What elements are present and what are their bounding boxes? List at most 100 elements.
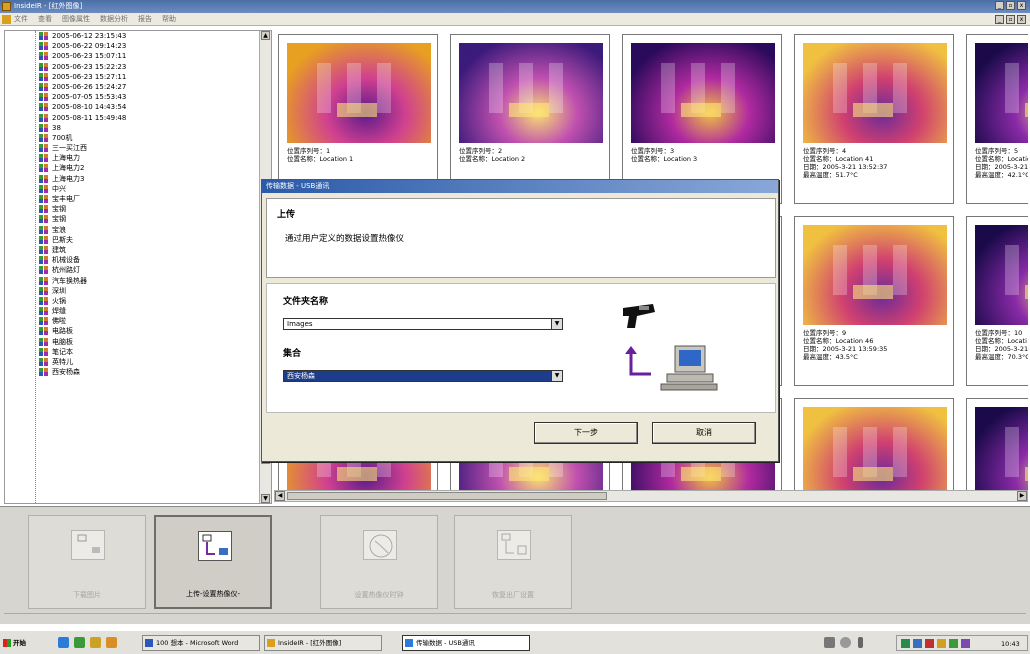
scroll-down-icon[interactable]: ▼: [261, 494, 270, 503]
next-button[interactable]: 下一步: [534, 422, 638, 444]
tree-item[interactable]: 2005-06-22 09:14:23: [5, 41, 271, 51]
chevron-down-icon[interactable]: ▼: [551, 371, 562, 381]
menu-report[interactable]: 报告: [138, 13, 152, 25]
maximize-button[interactable]: ▫: [1006, 1, 1015, 10]
thermal-image[interactable]: [975, 43, 1028, 143]
tree-item[interactable]: 2005-06-26 15:24:27: [5, 82, 271, 92]
tree-item[interactable]: 巴斯夫: [5, 235, 271, 245]
task-insideir[interactable]: InsideIR - [红外图像]: [264, 635, 382, 651]
menu-data-analysis[interactable]: 数据分析: [100, 13, 128, 25]
task-word[interactable]: 100 想本 - Microsoft Word: [142, 635, 260, 651]
volume-icon[interactable]: [913, 639, 922, 648]
update-icon[interactable]: [937, 639, 946, 648]
hscroll-thumb[interactable]: [287, 492, 607, 500]
folder-name-select[interactable]: Images ▼: [283, 318, 563, 330]
scroll-left-icon[interactable]: ◀: [275, 491, 285, 501]
thumbs-hscrollbar[interactable]: ◀ ▶: [274, 490, 1028, 502]
tree-item[interactable]: 笔记本: [5, 347, 271, 357]
thumbnail-card[interactable]: 位置序列号：9 位置名称：Location 46 日期：2005-3-21 13…: [794, 216, 954, 386]
thumbnail-card[interactable]: 位置序列号：5 位置名称：Location 日期：2005-3-21 1 最高温…: [966, 34, 1028, 204]
thumbnail-card[interactable]: [966, 398, 1028, 490]
thermal-image[interactable]: [287, 43, 431, 143]
status-bar: [4, 613, 1026, 623]
menu-file[interactable]: 文件: [14, 13, 28, 25]
tree-item[interactable]: 2005-06-23 15:07:11: [5, 51, 271, 61]
tree-item[interactable]: 英特儿: [5, 357, 271, 367]
restore-factory-tool[interactable]: 恢复出厂设置: [454, 515, 572, 609]
tree-item[interactable]: 2005-06-23 15:22:23: [5, 62, 271, 72]
menu-view[interactable]: 查看: [38, 13, 52, 25]
tree-item[interactable]: 700机: [5, 133, 271, 143]
tree-item[interactable]: 宝钢: [5, 214, 271, 224]
tree-item[interactable]: 汽车换热器: [5, 276, 271, 286]
tree-item-label: 建筑: [52, 245, 66, 254]
tree-item[interactable]: 2005-07-05 15:53:43: [5, 92, 271, 102]
set-camera-clock-tool[interactable]: 设置热像仪时钟: [320, 515, 438, 609]
start-button[interactable]: 开始: [2, 635, 40, 651]
tray-app-icon[interactable]: [824, 637, 835, 648]
help-icon[interactable]: [840, 637, 851, 648]
tree-item[interactable]: 2005-08-11 15:49:48: [5, 113, 271, 123]
tray-misc-icon[interactable]: [949, 639, 958, 648]
thermal-image[interactable]: [803, 225, 947, 325]
tree-item[interactable]: 深圳: [5, 286, 271, 296]
folder-icon[interactable]: [90, 637, 101, 648]
menu-help[interactable]: 帮助: [162, 13, 176, 25]
tree-item[interactable]: 2005-06-23 15:27:11: [5, 72, 271, 82]
tree-item[interactable]: 宝浪: [5, 225, 271, 235]
thumbnail-card[interactable]: 位置序列号：10 位置名称：Locati 日期：2005-3-21 1 最高温度…: [966, 216, 1028, 386]
tree-item[interactable]: 宝钢: [5, 204, 271, 214]
cancel-button[interactable]: 取消: [652, 422, 756, 444]
tree-item[interactable]: 宝丰电厂: [5, 194, 271, 204]
thermal-image[interactable]: [975, 225, 1028, 325]
tree-item[interactable]: 建筑: [5, 245, 271, 255]
tree-item[interactable]: 上海电力3: [5, 174, 271, 184]
tree-item[interactable]: 三一买江西: [5, 143, 271, 153]
thermal-image[interactable]: [803, 407, 947, 490]
tree-item[interactable]: 机械设备: [5, 255, 271, 265]
media-icon[interactable]: [74, 637, 85, 648]
set-select[interactable]: 西安杨森 ▼: [283, 370, 563, 382]
tree-item[interactable]: 杭州路灯: [5, 265, 271, 275]
thermal-image[interactable]: [975, 407, 1028, 490]
title-bar[interactable]: InsideIR - [红外图像] _ ▫ x: [0, 0, 1030, 13]
download-images-tool[interactable]: 下载图片: [28, 515, 146, 609]
tree-item[interactable]: 中兴: [5, 184, 271, 194]
tool-label: 下载图片: [73, 591, 101, 599]
menu-image-properties[interactable]: 图像属性: [62, 13, 90, 25]
desktop-icon[interactable]: [106, 637, 117, 648]
tree-item[interactable]: 2005-08-10 14:43:54: [5, 102, 271, 112]
tree-item-label: 笔记本: [52, 347, 73, 356]
tree-item[interactable]: 焊缝: [5, 306, 271, 316]
thermal-image[interactable]: [631, 43, 775, 143]
browser-icon[interactable]: [58, 637, 69, 648]
doc-maximize-button[interactable]: ▫: [1006, 15, 1015, 24]
upload-setup-camera-tool[interactable]: 上传-设置热像仪-: [154, 515, 272, 609]
chevron-down-icon[interactable]: ▼: [551, 319, 562, 329]
tray-ime-icon[interactable]: [961, 639, 970, 648]
thermal-image[interactable]: [803, 43, 947, 143]
tree-item[interactable]: 上海电力: [5, 153, 271, 163]
tree-item[interactable]: 电脑板: [5, 337, 271, 347]
tree-item[interactable]: 西安杨森: [5, 367, 271, 377]
dialog-title[interactable]: 传输数据 - USB通讯: [262, 180, 778, 193]
thumbnail-card[interactable]: [794, 398, 954, 490]
thumbnail-card[interactable]: 位置序列号：4 位置名称：Location 41 日期：2005-3-21 13…: [794, 34, 954, 204]
tree-item[interactable]: 上海电力2: [5, 163, 271, 173]
task-transfer[interactable]: 传输数据 - USB通讯: [402, 635, 530, 651]
tree-item[interactable]: 火锅: [5, 296, 271, 306]
thermal-image[interactable]: [459, 43, 603, 143]
network-icon[interactable]: [901, 639, 910, 648]
tree-item[interactable]: 电路板: [5, 326, 271, 336]
doc-minimize-button[interactable]: _: [995, 15, 1004, 24]
close-button[interactable]: x: [1017, 1, 1026, 10]
tree-item[interactable]: 38: [5, 123, 271, 133]
tray-pin-icon[interactable]: [858, 637, 863, 648]
tree-item[interactable]: 2005-06-12 23:15:43: [5, 31, 271, 41]
tree-item[interactable]: 佛啦: [5, 316, 271, 326]
scroll-right-icon[interactable]: ▶: [1017, 491, 1027, 501]
security-icon[interactable]: [925, 639, 934, 648]
scroll-up-icon[interactable]: ▲: [261, 31, 270, 40]
doc-close-button[interactable]: x: [1017, 15, 1026, 24]
minimize-button[interactable]: _: [995, 1, 1004, 10]
